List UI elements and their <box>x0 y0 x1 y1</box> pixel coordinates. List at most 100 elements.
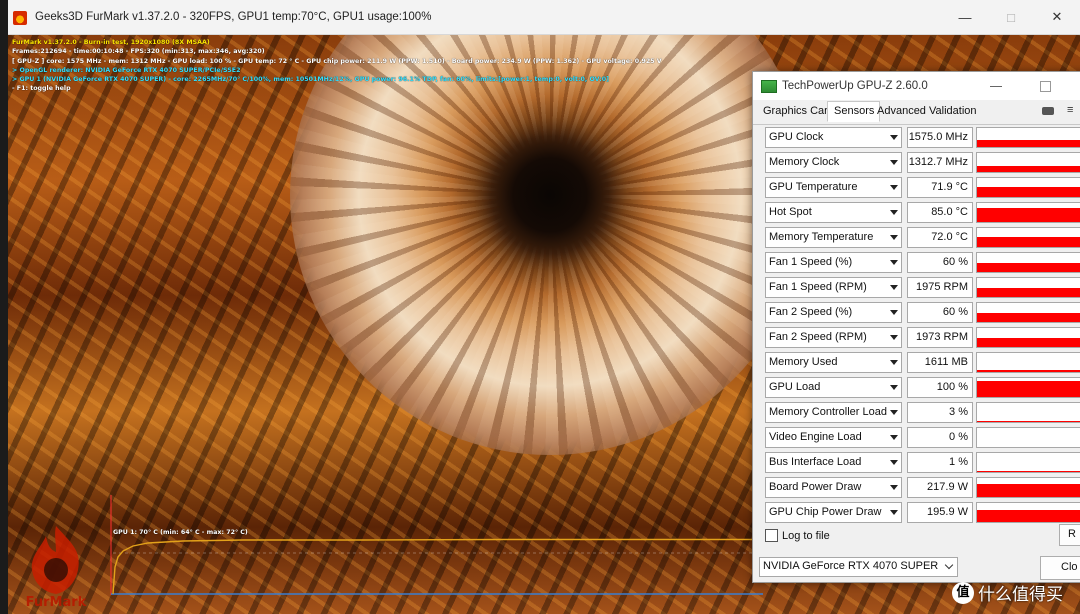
sensor-graph <box>976 177 1080 198</box>
sensor-name-dropdown[interactable]: GPU Clock <box>765 127 902 148</box>
sensor-graph-fill <box>977 166 1080 172</box>
sensor-value-box: 85.0 °C <box>907 202 973 223</box>
sensor-value: 1 % <box>949 456 968 468</box>
sensor-value-box: 1 % <box>907 452 973 473</box>
furmark-logo: FurMark <box>26 526 87 610</box>
sensor-value: 1611 MB <box>924 356 968 368</box>
sensor-row: Fan 1 Speed (%) 60 % <box>753 252 1080 273</box>
furmark-titlebar[interactable]: Geeks3D FurMark v1.37.2.0 - 320FPS, GPU1… <box>8 0 1080 35</box>
sensor-name-dropdown[interactable]: Fan 2 Speed (%) <box>765 302 902 323</box>
sensor-name: GPU Temperature <box>769 181 858 193</box>
sensor-name-dropdown[interactable]: Bus Interface Load <box>765 452 902 473</box>
sensor-graph <box>976 377 1080 398</box>
sensor-name-dropdown[interactable]: GPU Chip Power Draw <box>765 502 902 523</box>
sensor-row: GPU Clock 1575.0 MHz <box>753 127 1080 148</box>
dropdown-arrow-icon <box>890 260 898 265</box>
sensor-name-dropdown[interactable]: Board Power Draw <box>765 477 902 498</box>
log-to-file-checkbox[interactable] <box>765 529 778 542</box>
temperature-graph <box>110 495 763 595</box>
sensor-value: 1312.7 MHz <box>908 156 968 168</box>
temperature-curve <box>112 538 763 595</box>
dropdown-arrow-icon <box>890 135 898 140</box>
sensor-graph-fill <box>977 140 1080 147</box>
sensor-row: Hot Spot 85.0 °C <box>753 202 1080 223</box>
close-button[interactable]: Clo <box>1040 556 1080 580</box>
sensor-value: 85.0 °C <box>931 206 968 218</box>
sensor-value-box: 1575.0 MHz <box>907 127 973 148</box>
sensor-name: Board Power Draw <box>769 481 862 493</box>
sensor-value-box: 71.9 °C <box>907 177 973 198</box>
dropdown-arrow-icon <box>890 310 898 315</box>
sensor-name: Memory Clock <box>769 156 840 168</box>
logo-text: FurMark <box>26 595 87 610</box>
sensor-value: 3 % <box>949 406 968 418</box>
sensor-graph <box>976 302 1080 323</box>
sensor-row: Fan 1 Speed (RPM) 1975 RPM <box>753 277 1080 298</box>
sensor-graph-fill <box>977 337 1080 347</box>
sensor-name-dropdown[interactable]: GPU Temperature <box>765 177 902 198</box>
overlay-line: > GPU 1 (NVIDIA GeForce RTX 4070 SUPER) … <box>12 76 609 84</box>
sensor-name-dropdown[interactable]: Memory Clock <box>765 152 902 173</box>
dropdown-arrow-icon <box>890 410 898 415</box>
sensor-value-box: 100 % <box>907 377 973 398</box>
sensor-name-dropdown[interactable]: Hot Spot <box>765 202 902 223</box>
sensor-name-dropdown[interactable]: Fan 1 Speed (%) <box>765 252 902 273</box>
sensor-name-dropdown[interactable]: Memory Controller Load <box>765 402 902 423</box>
benchmark-overlay: FurMark v1.37.2.0 - Burn-in test, 1920x1… <box>12 38 662 94</box>
dropdown-arrow-icon <box>890 335 898 340</box>
reset-button[interactable]: R <box>1059 524 1080 546</box>
log-to-file-option[interactable]: Log to file <box>765 529 830 542</box>
overlay-line: > OpenGL renderer: NVIDIA GeForce RTX 40… <box>12 66 241 74</box>
sensor-name: Bus Interface Load <box>769 456 862 468</box>
gpuz-window-title: TechPowerUp GPU-Z 2.60.0 <box>782 80 928 92</box>
sensor-value: 217.9 W <box>927 481 968 493</box>
sensor-row: Fan 2 Speed (RPM) 1973 RPM <box>753 327 1080 348</box>
sensor-graph <box>976 502 1080 523</box>
minimize-icon[interactable] <box>990 86 1002 87</box>
minimize-icon[interactable]: — <box>942 0 988 34</box>
sensor-graph <box>976 402 1080 423</box>
sensor-graph-fill <box>977 470 1080 472</box>
sensor-name: Hot Spot <box>769 206 812 218</box>
tab-graphics-card[interactable]: Graphics Card <box>763 105 834 117</box>
dropdown-arrow-icon <box>890 460 898 465</box>
furmark-window-title: Geeks3D FurMark v1.37.2.0 - 320FPS, GPU1… <box>35 11 432 23</box>
dropdown-arrow-icon <box>890 210 898 215</box>
gpuz-titlebar[interactable]: TechPowerUp GPU-Z 2.60.0 <box>753 72 1080 100</box>
gpu-select[interactable]: NVIDIA GeForce RTX 4070 SUPER <box>759 557 958 577</box>
close-icon[interactable]: ✕ <box>1034 0 1080 34</box>
tab-sensors[interactable]: Sensors <box>827 101 881 122</box>
furmark-app-icon <box>13 11 27 25</box>
chevron-down-icon <box>944 560 954 570</box>
sensor-value-box: 3 % <box>907 402 973 423</box>
sensor-row: GPU Temperature 71.9 °C <box>753 177 1080 198</box>
tab-advanced[interactable]: Advanced <box>877 105 926 117</box>
sensor-name-dropdown[interactable]: Memory Used <box>765 352 902 373</box>
overlay-line: Frames:212694 - time:00:10:48 - FPS:320 … <box>12 48 265 56</box>
sensor-name-dropdown[interactable]: Memory Temperature <box>765 227 902 248</box>
sensor-value: 72.0 °C <box>931 231 968 243</box>
overlay-line: - F1: toggle help <box>12 85 71 93</box>
sensor-name-dropdown[interactable]: Fan 1 Speed (RPM) <box>765 277 902 298</box>
sensor-graph-fill <box>977 236 1080 247</box>
sensor-name-dropdown[interactable]: Fan 2 Speed (RPM) <box>765 327 902 348</box>
sensor-value-box: 60 % <box>907 252 973 273</box>
sensor-name-dropdown[interactable]: Video Engine Load <box>765 427 902 448</box>
sensor-graph-fill <box>977 483 1080 497</box>
dropdown-arrow-icon <box>890 160 898 165</box>
sensor-row: Memory Controller Load 3 % <box>753 402 1080 423</box>
sensor-value-box: 217.9 W <box>907 477 973 498</box>
sensor-value: 1575.0 MHz <box>908 131 968 143</box>
gpuz-tab-bar: Graphics Card Sensors Advanced Validatio… <box>753 100 1080 125</box>
sensor-value-box: 0 % <box>907 427 973 448</box>
sensor-value-box: 1975 RPM <box>907 277 973 298</box>
tab-validation[interactable]: Validation <box>929 105 977 117</box>
camera-icon[interactable] <box>1042 107 1054 115</box>
sensor-graph-fill <box>977 420 1080 422</box>
menu-icon[interactable]: ≡ <box>1067 104 1073 116</box>
sensor-name-dropdown[interactable]: GPU Load <box>765 377 902 398</box>
maximize-icon[interactable]: □ <box>988 0 1034 34</box>
watermark-text: 什么值得买 <box>978 585 1063 605</box>
sensor-value: 100 % <box>936 381 968 393</box>
maximize-icon[interactable] <box>1040 81 1051 92</box>
